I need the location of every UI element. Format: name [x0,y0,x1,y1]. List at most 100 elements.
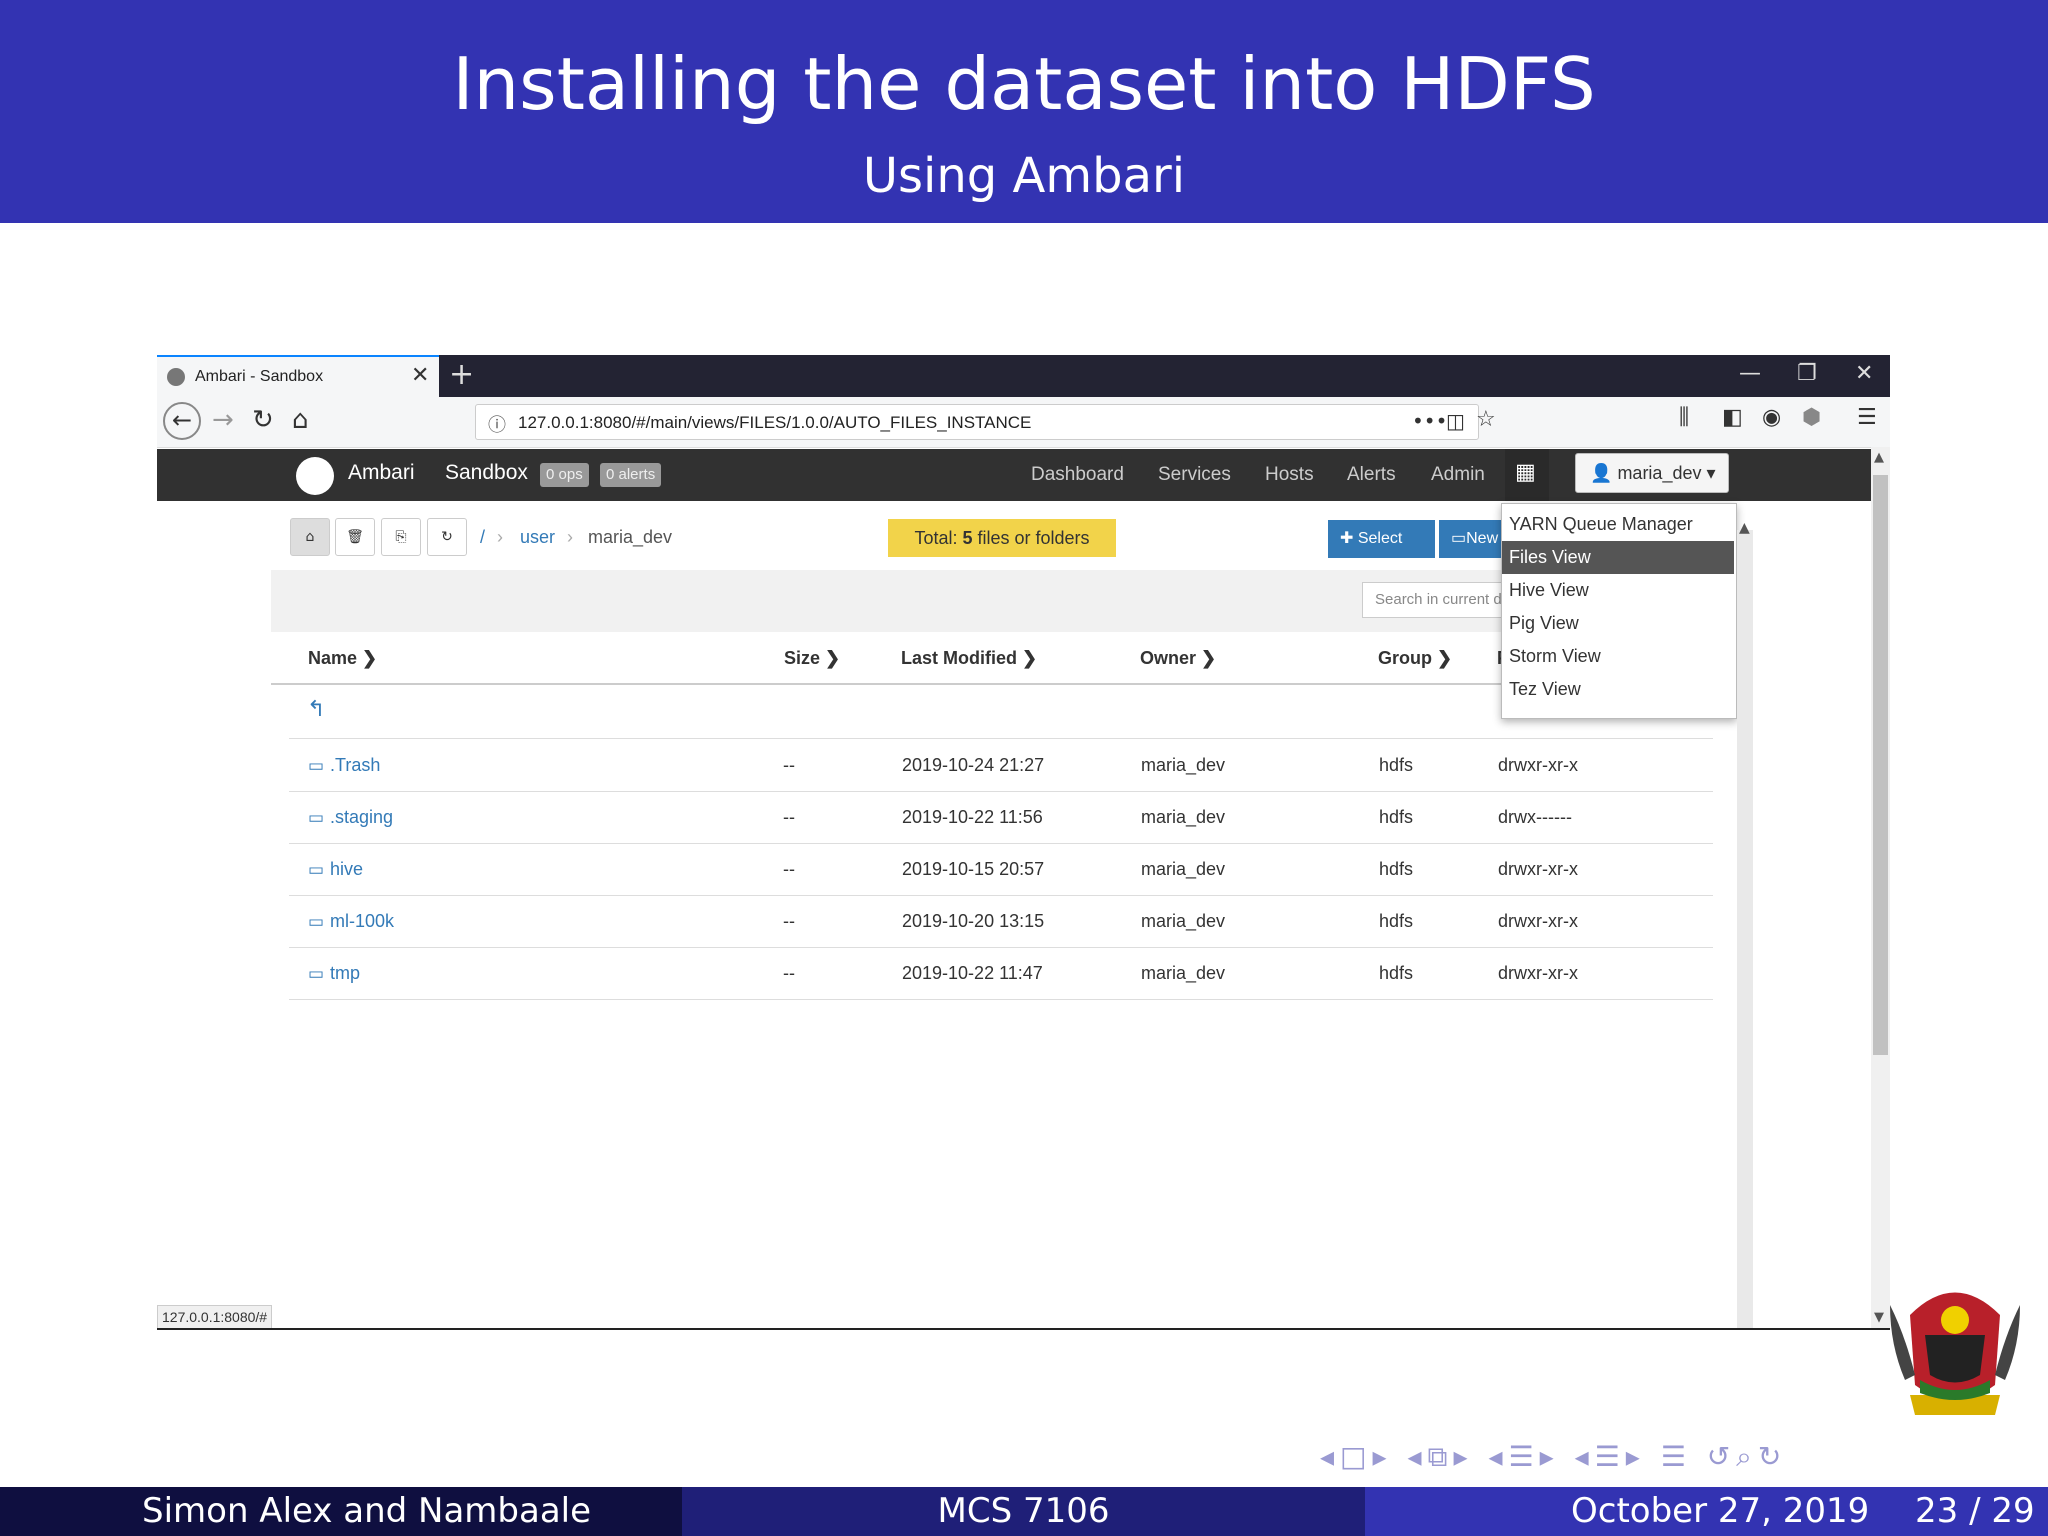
cell-size: -- [783,963,795,983]
column-size[interactable]: Size ❯ [784,648,840,669]
restore-icon[interactable]: ❐ [1797,361,1817,386]
new-tab-icon[interactable]: + [449,357,474,392]
menu-item-tez-view[interactable]: Tez View [1502,673,1734,706]
file-name[interactable]: .Trash [330,755,380,776]
nav-dashboard[interactable]: Dashboard [1031,464,1124,486]
new-folder-button[interactable]: ▭New [1439,520,1501,558]
slide-footer: Simon Alex and Nambaale MCS 7106 October… [0,1487,2048,1536]
tab-title: Ambari - Sandbox [195,368,324,385]
account-icon[interactable]: ◉ [1762,405,1781,430]
breadcrumb-user[interactable]: user [520,527,555,548]
nav-alerts[interactable]: Alerts [1347,464,1396,486]
url-bar[interactable]: ⓘ 127.0.0.1:8080/#/main/views/FILES/1.0.… [475,404,1496,440]
user-menu-button[interactable]: 👤 maria_dev ▾ [1575,453,1729,493]
alerts-badge[interactable]: 0 alerts [600,463,662,487]
file-name[interactable]: tmp [330,963,360,984]
inner-scrollbar[interactable] [1737,530,1753,1330]
ambari-brand[interactable]: Ambari [348,461,415,485]
bookmark-star-icon[interactable]: ☆ [1476,407,1496,432]
cell-perm: drwx------ [1498,807,1572,827]
ambari-logo-icon[interactable] [296,457,334,495]
file-name[interactable]: .staging [330,807,393,828]
ops-badge[interactable]: 0 ops [540,463,589,487]
footer-page: 23 / 29 [1915,1491,2035,1531]
shield-icon[interactable]: ⬢ [1802,405,1821,430]
menu-item-pig-view[interactable]: Pig View [1502,607,1734,640]
cluster-name[interactable]: Sandbox [445,461,528,485]
column-last-modified[interactable]: Last Modified ❯ [901,648,1037,669]
page-actions-icon[interactable]: ••• [1412,409,1447,433]
browser-tab[interactable]: Ambari - Sandbox ✕ [157,355,439,397]
file-name[interactable]: ml-100k [330,911,394,932]
row-divider [289,947,1713,948]
close-window-icon[interactable]: ✕ [1855,361,1873,386]
scrollbar-thumb[interactable] [1873,475,1888,1055]
menu-item-hive-view[interactable]: Hive View [1502,574,1734,607]
cell-size: -- [783,755,795,775]
footer-authors: Simon Alex and Nambaale [142,1491,592,1531]
column-name[interactable]: Name ❯ [308,648,377,669]
cell-group: hdfs [1379,963,1414,983]
cell-group: hdfs [1379,859,1414,879]
pocket-icon[interactable]: ◫ [1446,409,1465,433]
views-dropdown-menu: YARN Queue Manager Files View Hive View … [1501,503,1737,719]
trash-button[interactable]: 🗑 [335,518,375,556]
row-divider [289,895,1713,896]
scroll-up-icon[interactable]: ▲ [1739,520,1750,536]
sidebar-icon[interactable]: ◧ [1722,405,1743,430]
views-grid-button[interactable]: ▦ [1505,449,1549,501]
menu-item-storm-view[interactable]: Storm View [1502,640,1734,673]
menu-item-files-view[interactable]: Files View [1502,541,1734,574]
nav-hosts[interactable]: Hosts [1265,464,1314,486]
breadcrumb-current: maria_dev [588,527,673,547]
cell-size: -- [783,859,795,879]
url-text: 127.0.0.1:8080/#/main/views/FILES/1.0.0/… [518,413,1032,432]
slide-subtitle: Using Ambari [862,148,1186,204]
cell-owner: maria_dev [1141,807,1226,827]
footer-date: October 27, 2019 [1571,1491,1870,1531]
slide-title: Installing the dataset into HDFS [452,42,1596,126]
cell-owner: maria_dev [1141,755,1226,775]
nav-services[interactable]: Services [1158,464,1231,486]
home-icon[interactable]: ⌂ [292,405,309,435]
folder-icon: ▭ [308,964,325,983]
browser-bottom-border [157,1328,1890,1330]
site-info-icon[interactable]: ⓘ [488,411,506,437]
parent-folder-icon[interactable]: ↰ [307,697,325,722]
back-button[interactable]: ← [163,402,201,440]
column-group[interactable]: Group ❯ [1378,648,1452,669]
cell-size: -- [783,911,795,931]
forward-icon[interactable]: → [212,405,234,435]
menu-item-yarn-queue-manager[interactable]: YARN Queue Manager [1502,508,1734,541]
column-owner[interactable]: Owner ❯ [1140,648,1216,669]
breadcrumb-root[interactable]: / [480,527,485,548]
breadcrumb-separator-icon: › [497,527,503,547]
breadcrumb-separator-icon: › [567,527,573,547]
refresh-button[interactable]: ↻ [427,518,467,556]
grid-icon: ▦ [1515,460,1536,485]
row-divider [289,999,1713,1000]
home-folder-button[interactable]: ⌂ [290,518,330,556]
file-name[interactable]: hive [330,859,363,880]
copy-button[interactable]: ⎘ [381,518,421,556]
reload-icon[interactable]: ↻ [252,405,274,435]
footer-course: MCS 7106 [682,1487,1365,1536]
scroll-up-icon[interactable]: ▲ [1874,450,1884,465]
nav-admin[interactable]: Admin [1431,464,1485,486]
select-all-button[interactable]: ✚ Select All [1328,520,1435,585]
cell-group: hdfs [1379,755,1414,775]
ambari-top-bar: Ambari Sandbox 0 ops 0 alerts Dashboard … [157,449,1872,501]
library-icon[interactable]: ⫼ [1679,405,1689,430]
cell-group: hdfs [1379,807,1414,827]
cell-perm: drwxr-xr-x [1498,963,1578,983]
folder-icon: ▭ [308,808,325,827]
close-tab-icon[interactable]: ✕ [411,363,429,388]
caret-down-icon: ▾ [1706,463,1716,483]
search-input[interactable]: Search in current directory... [1362,582,1522,618]
status-url: 127.0.0.1:8080/# [157,1305,273,1329]
menu-icon[interactable]: ☰ [1857,405,1877,430]
beamer-navigation-icons[interactable]: ◂□▸ ◂⧉▸ ◂☰▸ ◂☰▸ ☰ ↺⌕↻ [1320,1440,1787,1474]
browser-window: Ambari - Sandbox ✕ + — ❐ ✕ ← → ↻ ⌂ ⓘ 127… [157,355,1890,1330]
user-icon: 👤 [1590,463,1613,483]
minimize-icon[interactable]: — [1739,361,1761,386]
